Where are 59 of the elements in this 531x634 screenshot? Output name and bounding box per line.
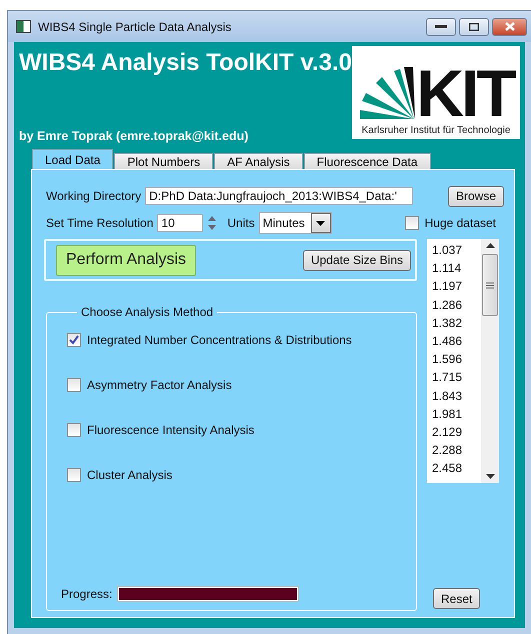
checkbox-label: Asymmetry Factor Analysis	[87, 378, 232, 392]
grip-icon	[486, 282, 494, 288]
units-dropdown[interactable]: Minutes	[258, 212, 332, 234]
list-item[interactable]: 2.288	[432, 441, 481, 460]
app-title: WIBS4 Analysis ToolKIT v.3.0	[19, 49, 352, 77]
caret-icon	[316, 220, 326, 226]
window-title: WIBS4 Single Particle Data Analysis	[38, 20, 232, 34]
list-item[interactable]: 1.037	[432, 241, 481, 260]
maximize-icon	[469, 22, 479, 30]
close-button[interactable]	[492, 18, 527, 36]
checkbox[interactable]	[404, 216, 419, 230]
scroll-down-icon[interactable]	[486, 474, 494, 479]
maximize-button[interactable]	[459, 18, 489, 36]
list-item[interactable]: 1.114	[432, 259, 481, 278]
dropdown-button[interactable]	[310, 213, 331, 233]
tab[interactable]: Plot Numbers	[114, 153, 214, 169]
checkbox[interactable]	[67, 378, 81, 392]
checkbox-label: Cluster Analysis	[87, 468, 172, 482]
list-item[interactable]: 2.458	[432, 459, 481, 478]
field-label: Working Directory	[46, 189, 142, 203]
time-field[interactable]: 10	[157, 214, 204, 232]
logo-letters: KIT	[416, 65, 514, 121]
checkbox[interactable]	[67, 423, 81, 437]
list-item[interactable]: 1.981	[432, 404, 481, 423]
logo-caption: Karlsruher Institut für Technologie	[362, 125, 510, 136]
minimize-icon	[435, 24, 447, 28]
group-title: Choose Analysis Method	[80, 305, 214, 319]
checkbox[interactable]	[67, 333, 81, 347]
browse-button[interactable]: Browse	[448, 186, 504, 206]
app-icon	[16, 20, 31, 33]
update-button[interactable]: Update Size Bins	[302, 250, 411, 270]
scroll-thumb[interactable]	[482, 254, 498, 316]
checkbox[interactable]	[67, 468, 81, 482]
list-item[interactable]: 1.486	[432, 332, 481, 350]
scroll-up-icon[interactable]	[486, 243, 494, 248]
checkbox-label: Huge dataset	[424, 216, 496, 230]
reset-button[interactable]: Reset	[433, 588, 480, 609]
list-item[interactable]: 1.843	[432, 386, 481, 405]
field-label: Set Time Resolution	[46, 216, 154, 230]
progress-label: Progress:	[61, 587, 112, 601]
checkbox-label: Fluorescence Intensity Analysis	[87, 423, 254, 437]
list-item[interactable]: 1.382	[432, 314, 481, 332]
minimize-button[interactable]	[426, 18, 456, 36]
tab[interactable]: Fluorescence Data	[304, 153, 431, 169]
close-icon	[504, 22, 514, 31]
logo-rays-drawing	[358, 65, 416, 121]
directory-field[interactable]: D:PhD Data:Jungfraujoch_2013:WIBS4_Data:'	[145, 187, 414, 205]
tab[interactable]: Load Data	[32, 149, 114, 169]
tab[interactable]: AF Analysis	[214, 153, 303, 169]
field-label: Units	[227, 216, 255, 230]
list-item[interactable]: 1.286	[432, 296, 481, 314]
author-line: by Emre Toprak (emre.toprak@kit.edu)	[19, 129, 250, 143]
spinner-icon[interactable]	[207, 214, 218, 232]
list-item[interactable]: 1.197	[432, 277, 481, 296]
checkbox-label: Integrated Number Concentrations & Distributions	[87, 333, 352, 347]
list-item[interactable]: 1.715	[432, 368, 481, 386]
list-item[interactable]: 2.129	[432, 422, 481, 442]
perform-button[interactable]: Perform Analysis	[56, 244, 196, 276]
list-item[interactable]: 1.596	[432, 350, 481, 368]
